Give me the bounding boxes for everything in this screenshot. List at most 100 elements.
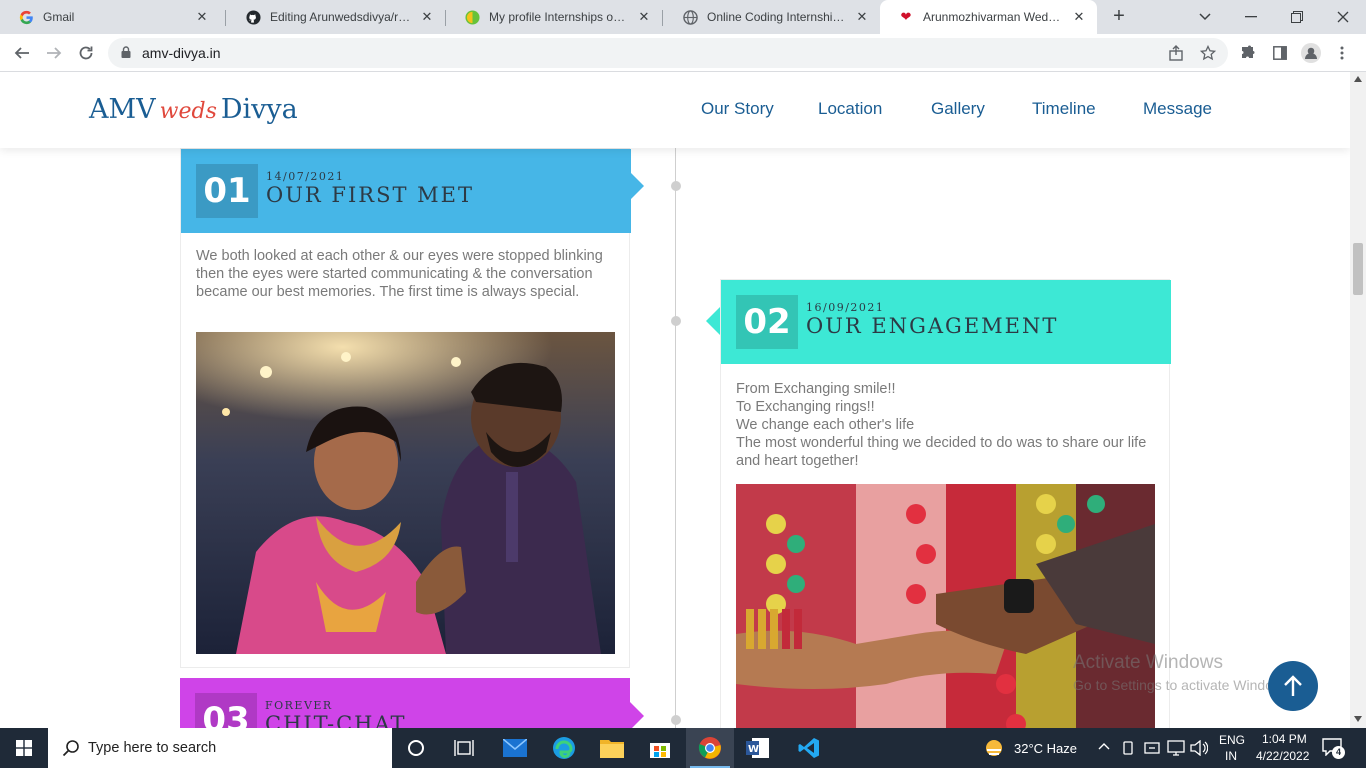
card-number: 02 <box>736 295 798 349</box>
activate-windows-title: Activate Windows <box>1073 652 1223 673</box>
minimize-button[interactable] <box>1228 0 1274 34</box>
card-line: From Exchanging smile!! <box>736 381 896 397</box>
nav-gallery[interactable]: Gallery <box>931 99 985 119</box>
windows-logo-icon <box>16 740 32 756</box>
taskbar-mail[interactable] <box>491 728 539 768</box>
logo-middle: weds <box>159 99 217 124</box>
search-icon <box>62 740 79 757</box>
restore-button[interactable] <box>1274 0 1320 34</box>
browser-toolbar: amv-divya.in <box>0 34 1366 72</box>
back-arrow-icon[interactable] <box>8 39 36 67</box>
weather-text[interactable]: 32°C Haze <box>1014 741 1077 756</box>
taskbar-edge[interactable] <box>540 728 588 768</box>
profile-avatar-icon[interactable] <box>1301 43 1321 63</box>
scrollbar-thumb[interactable] <box>1353 243 1363 295</box>
tab-online-coding[interactable]: Online Coding Internship - Sh ✕ <box>664 0 880 34</box>
notification-count: 4 <box>1332 746 1345 759</box>
tab-amv-divya[interactable]: ❤ Arunmozhivarman Weds Divya ✕ <box>880 0 1097 34</box>
clock-time[interactable]: 1:04 PM <box>1262 732 1307 746</box>
card-line: To Exchanging rings!! <box>736 399 875 415</box>
taskbar-word[interactable]: W <box>734 728 782 768</box>
tab-separator <box>662 10 663 26</box>
tab-internshala[interactable]: My profile Internships online ✕ <box>446 0 662 34</box>
card-title: CHIT-CHAT <box>265 712 407 728</box>
google-icon <box>18 9 34 25</box>
chevron-up-icon[interactable] <box>1098 742 1110 750</box>
notifications-button[interactable]: 4 <box>1322 738 1348 760</box>
github-icon <box>245 9 261 25</box>
more-menu-icon[interactable] <box>1332 43 1352 63</box>
scroll-down-arrow-icon[interactable] <box>1354 716 1362 722</box>
tab-title: Editing Arunwedsdivya/readme <box>270 10 413 24</box>
region-code[interactable]: IN <box>1225 749 1237 763</box>
arrow-up-icon <box>1284 675 1302 696</box>
start-button[interactable] <box>0 728 48 768</box>
forward-arrow-icon[interactable] <box>40 39 68 67</box>
volume-icon[interactable] <box>1190 740 1208 756</box>
timeline-dot <box>671 181 681 191</box>
activate-windows-subtitle: Go to Settings to activate Windows. <box>1073 677 1294 693</box>
card-title: OUR FIRST MET <box>266 183 474 207</box>
new-tab-button[interactable]: + <box>1108 6 1130 28</box>
timeline-card-first-met: 01 14/07/2021 OUR FIRST MET We both look… <box>180 148 631 668</box>
lock-icon[interactable] <box>121 46 131 58</box>
taskbar-chrome[interactable] <box>686 728 734 768</box>
nav-our-story[interactable]: Our Story <box>701 99 774 119</box>
monitor-icon[interactable] <box>1167 740 1185 756</box>
heart-icon: ❤ <box>900 9 912 24</box>
side-panel-icon[interactable] <box>1270 43 1290 63</box>
extensions-puzzle-icon[interactable] <box>1238 43 1258 63</box>
tab-gmail[interactable]: Gmail ✕ <box>0 0 220 34</box>
share-icon[interactable] <box>1166 43 1186 63</box>
logo-left: AMV <box>89 94 156 125</box>
tab-close-icon[interactable]: ✕ <box>194 9 210 25</box>
tab-search-chevron-icon[interactable] <box>1182 0 1228 34</box>
tab-separator <box>225 10 226 26</box>
globe-icon <box>682 9 698 25</box>
nav-location[interactable]: Location <box>818 99 882 119</box>
card-header: 02 16/09/2021 OUR ENGAGEMENT <box>721 280 1171 364</box>
clock-date[interactable]: 4/22/2022 <box>1256 749 1309 763</box>
taskbar-vscode[interactable] <box>785 728 833 768</box>
card-pointer <box>630 702 644 728</box>
taskbar-file-explorer[interactable] <box>588 728 636 768</box>
timeline-dot <box>671 715 681 725</box>
internshala-icon <box>464 9 480 25</box>
network-icon[interactable] <box>1144 740 1160 756</box>
tab-title: My profile Internships online <box>489 10 630 24</box>
address-bar[interactable]: amv-divya.in <box>108 38 1228 68</box>
card-date: FOREVER <box>265 699 333 712</box>
card-date: 16/09/2021 <box>806 301 885 314</box>
couple-photo <box>196 332 615 654</box>
scroll-up-arrow-icon[interactable] <box>1354 76 1362 82</box>
cortana-button[interactable] <box>392 728 440 768</box>
tab-close-icon[interactable]: ✕ <box>854 9 870 25</box>
site-logo[interactable]: AMV weds Divya <box>89 94 298 125</box>
reload-icon[interactable] <box>72 39 100 67</box>
timeline-dot <box>671 316 681 326</box>
device-icon[interactable] <box>1121 740 1135 756</box>
language-code[interactable]: ENG <box>1219 733 1245 747</box>
tab-close-icon[interactable]: ✕ <box>419 9 435 25</box>
nav-message[interactable]: Message <box>1143 99 1212 119</box>
close-window-button[interactable] <box>1320 0 1366 34</box>
task-view-icon <box>454 740 474 756</box>
card-header: 01 14/07/2021 OUR FIRST MET <box>181 149 631 233</box>
tab-github[interactable]: Editing Arunwedsdivya/readme ✕ <box>227 0 445 34</box>
task-view-button[interactable] <box>440 728 488 768</box>
bookmark-star-icon[interactable] <box>1198 43 1218 63</box>
taskbar-store[interactable] <box>636 728 684 768</box>
tab-close-icon[interactable]: ✕ <box>1071 9 1087 25</box>
chrome-icon <box>698 737 721 759</box>
tab-close-icon[interactable]: ✕ <box>636 9 652 25</box>
folder-icon <box>600 740 624 758</box>
card-header: 03 FOREVER CHIT-CHAT <box>180 678 630 728</box>
tab-title: Online Coding Internship - Sh <box>707 10 848 24</box>
weather-haze-icon[interactable] <box>984 738 1004 758</box>
nav-timeline[interactable]: Timeline <box>1032 99 1096 119</box>
page-scrollbar[interactable] <box>1350 72 1366 728</box>
back-to-top-button[interactable] <box>1268 661 1318 711</box>
logo-right: Divya <box>220 94 298 125</box>
taskbar-search-box[interactable]: Type here to search <box>48 728 392 768</box>
url-text[interactable]: amv-divya.in <box>142 45 221 61</box>
